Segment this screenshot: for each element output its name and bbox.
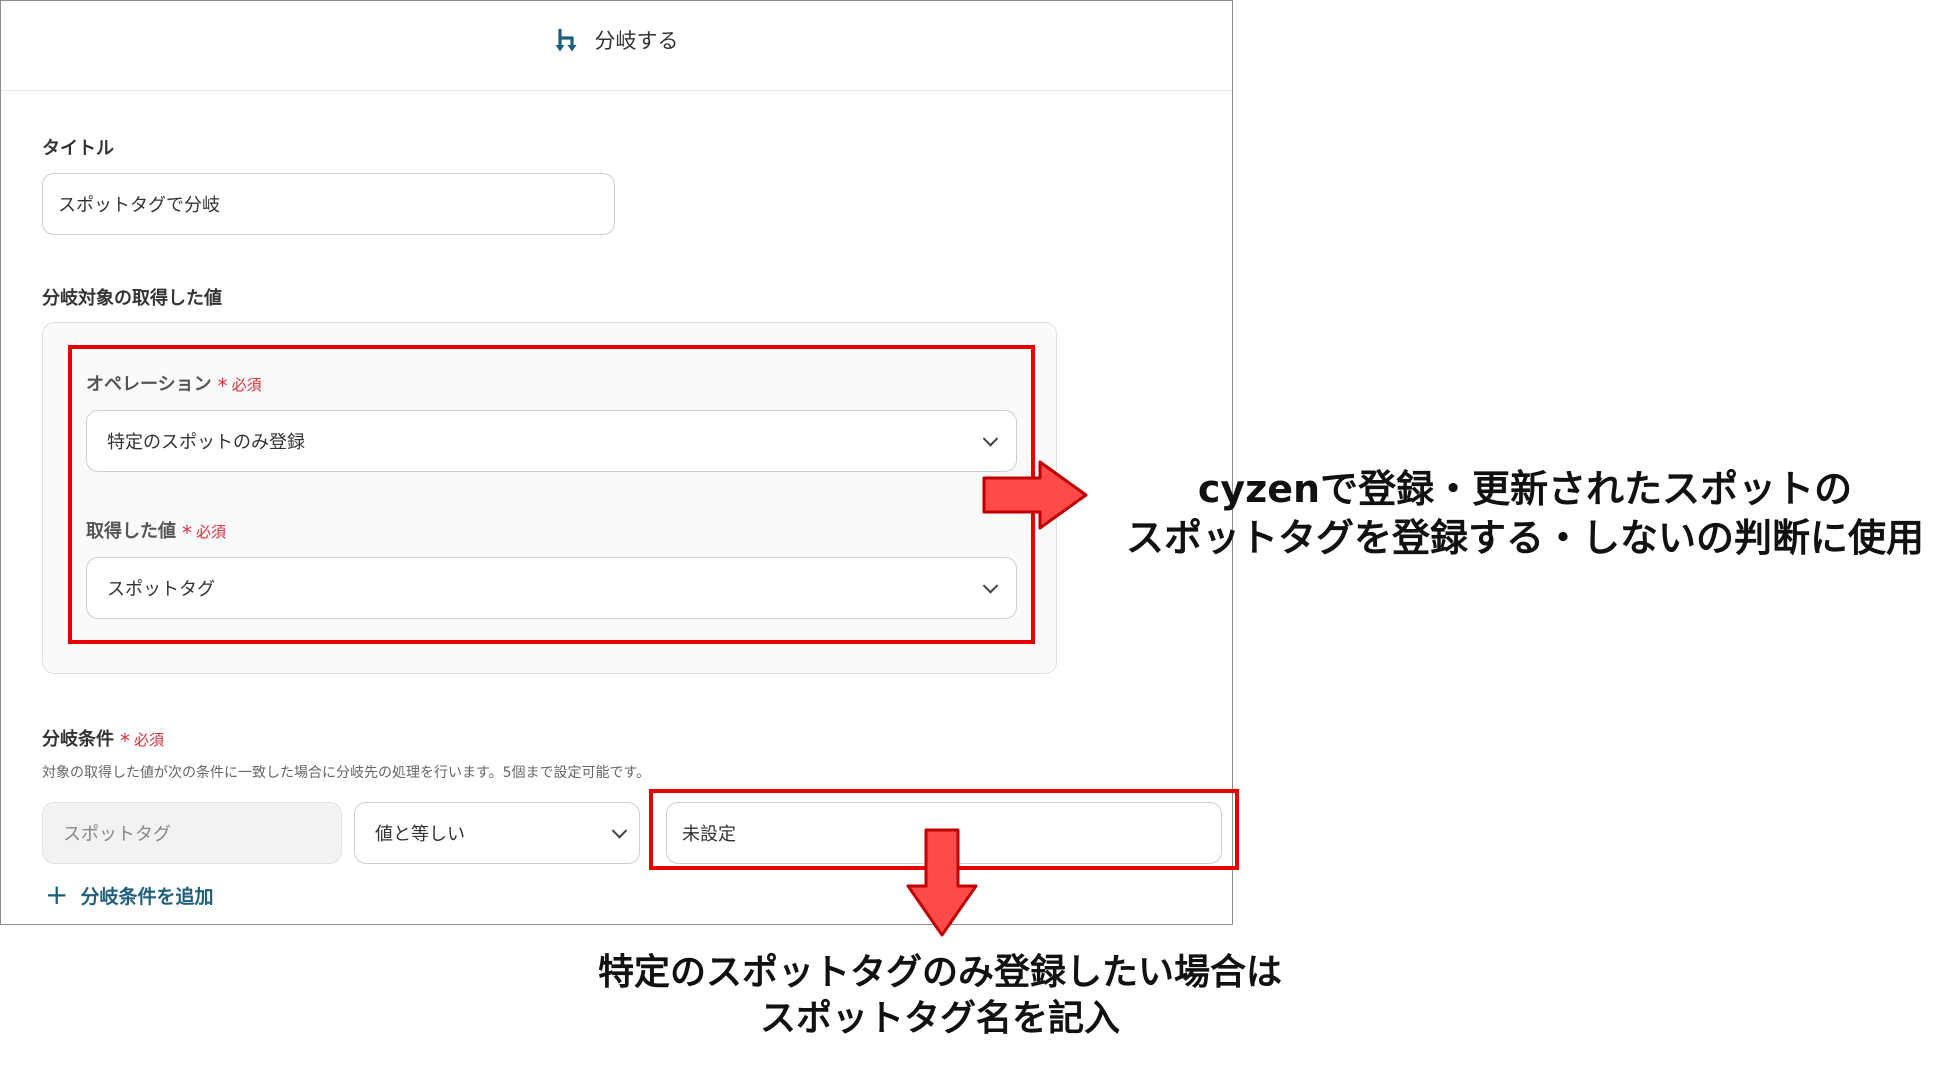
- condition-field-input: スポットタグ: [42, 802, 342, 864]
- condition-help-text: 対象の取得した値が次の条件に一致した場合に分岐先の処理を行います。5個まで設定可…: [42, 765, 651, 781]
- annotation-right-line2: スポットタグを登録する・しないの判断に使用: [1125, 515, 1924, 560]
- panel-title: 分岐する: [594, 29, 679, 53]
- annotation-bottom: 特定のスポットタグのみ登録したい場合は スポットタグ名を記入: [500, 950, 1380, 1042]
- annotation-bottom-line1: 特定のスポットタグのみ登録したい場合は: [597, 952, 1282, 993]
- condition-operator-select[interactable]: 値と等しい: [354, 802, 640, 864]
- add-condition-label: 分岐条件を追加: [80, 885, 214, 908]
- branch-icon: [555, 27, 581, 53]
- add-condition-button[interactable]: + 分岐条件を追加: [45, 881, 213, 909]
- annotation-bottom-line2: スポットタグ名を記入: [759, 998, 1120, 1040]
- condition-operator-value: 値と等しい: [375, 824, 465, 845]
- title-label: タイトル: [42, 138, 114, 159]
- chevron-down-icon: [611, 823, 628, 839]
- condition-section-label: 分岐条件 * 必須: [42, 729, 165, 753]
- arrow-down-icon: [906, 828, 978, 937]
- panel-header: 分岐する: [1, 1, 1232, 91]
- condition-field-value: スポットタグ: [63, 824, 171, 845]
- title-input-value: スポットタグで分岐: [58, 195, 220, 216]
- plus-icon: +: [45, 878, 69, 911]
- arrow-right-icon: [982, 460, 1088, 530]
- condition-required-badge: * 必須: [120, 729, 165, 753]
- target-section-label: 分岐対象の取得した値: [42, 288, 222, 309]
- highlight-box-target: [68, 345, 1035, 644]
- annotation-right-line1: cyzenで登録・更新されたスポットの: [1197, 467, 1853, 511]
- annotation-right: cyzenで登録・更新されたスポットの スポットタグを登録する・しないの判断に使…: [1100, 465, 1950, 562]
- title-input[interactable]: スポットタグで分岐: [42, 173, 615, 235]
